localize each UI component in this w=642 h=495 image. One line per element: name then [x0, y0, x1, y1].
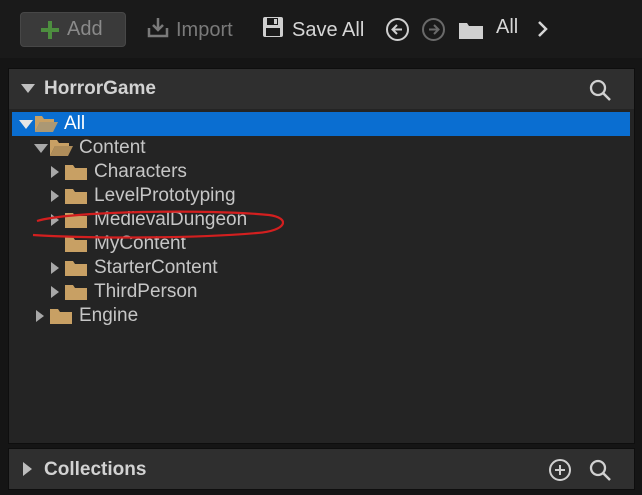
- add-button[interactable]: Add: [20, 12, 126, 47]
- tree-row-levelprototyping[interactable]: LevelPrototyping: [12, 184, 630, 208]
- folder-icon: [64, 256, 92, 280]
- content-browser: Add Import Save All All HorrorGame All C…: [0, 0, 642, 495]
- tree-row-all[interactable]: All: [12, 112, 630, 136]
- tree-row-label: LevelPrototyping: [94, 185, 236, 206]
- tree-row-label: StarterContent: [94, 257, 218, 278]
- folder-icon: [64, 184, 92, 208]
- expand-right-icon[interactable]: [46, 280, 64, 304]
- toolbar: Add Import Save All All: [0, 0, 642, 58]
- import-button-label: Import: [176, 18, 233, 41]
- tree-row-engine[interactable]: Engine: [12, 304, 630, 328]
- arrow-left-icon: [391, 24, 402, 35]
- expand-down-icon[interactable]: [31, 136, 49, 160]
- expand-right-icon[interactable]: [46, 160, 64, 184]
- expand-caret-icon[interactable]: [23, 462, 32, 476]
- tree-row-label: Engine: [79, 305, 139, 326]
- project-title: HorrorGame: [44, 78, 156, 99]
- expand-right-icon[interactable]: [31, 304, 49, 328]
- folder-open-icon: [49, 136, 77, 160]
- search-icon[interactable]: [588, 78, 612, 107]
- expand-right-icon[interactable]: [46, 256, 64, 280]
- save-icon: [262, 16, 284, 44]
- import-button[interactable]: Import: [146, 15, 233, 45]
- folder-tree: All Content Characters LevelPrototyping Medi…: [12, 112, 630, 328]
- tree-row-medievaldungeon[interactable]: MedievalDungeon: [12, 208, 630, 232]
- save-all-button-label: Save All: [292, 18, 365, 41]
- add-button-label: Add: [67, 18, 103, 40]
- sources-panel: HorrorGame All Content Characters LevelProt…: [8, 68, 635, 444]
- expand-down-icon[interactable]: [16, 112, 34, 136]
- tree-row-thirdperson[interactable]: ThirdPerson: [12, 280, 630, 304]
- tree-row-label: MedievalDungeon: [94, 209, 248, 230]
- import-icon: [146, 15, 170, 45]
- tree-row-label: ThirdPerson: [94, 281, 198, 302]
- breadcrumb-folder-icon: [458, 20, 484, 45]
- back-button[interactable]: [386, 18, 409, 41]
- folder-icon: [64, 160, 92, 184]
- folder-icon: [64, 280, 92, 304]
- arrow-right-icon: [429, 24, 440, 35]
- expand-right-icon[interactable]: [46, 184, 64, 208]
- tree-row-startercontent[interactable]: StarterContent: [12, 256, 630, 280]
- add-collection-icon[interactable]: [548, 458, 572, 487]
- folder-icon: [64, 232, 92, 256]
- tree-row-label: Content: [79, 137, 146, 158]
- collections-panel[interactable]: Collections: [8, 448, 635, 490]
- expand-right-icon[interactable]: [46, 208, 64, 232]
- collections-search-icon[interactable]: [588, 458, 612, 487]
- tree-row-mycontent[interactable]: MyContent: [12, 232, 630, 256]
- collapse-caret-icon[interactable]: [21, 84, 35, 93]
- collections-title: Collections: [44, 459, 147, 480]
- breadcrumb-all[interactable]: All: [496, 16, 518, 39]
- no-expander: [46, 232, 64, 256]
- tree-row-content[interactable]: Content: [12, 136, 630, 160]
- save-all-button[interactable]: Save All: [262, 15, 364, 45]
- sources-panel-header[interactable]: HorrorGame: [9, 69, 634, 109]
- tree-row-label: All: [64, 113, 86, 134]
- folder-open-icon: [34, 112, 62, 136]
- tree-row-label: MyContent: [94, 233, 186, 254]
- folder-icon: [49, 304, 77, 328]
- chevron-right-icon[interactable]: [537, 20, 549, 43]
- tree-row-characters[interactable]: Characters: [12, 160, 630, 184]
- plus-icon: [41, 20, 59, 39]
- folder-icon: [64, 208, 92, 232]
- tree-row-label: Characters: [94, 161, 187, 182]
- forward-button[interactable]: [422, 18, 445, 41]
